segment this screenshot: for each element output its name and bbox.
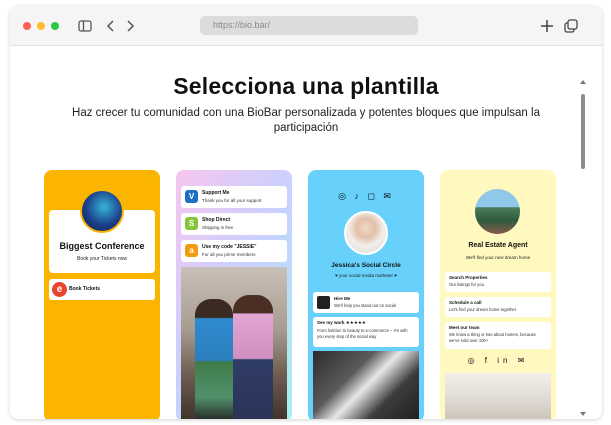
creator-photo: [181, 267, 287, 419]
amazon-icon: a: [185, 244, 198, 257]
template-subtitle: We'll find your next dream home: [465, 255, 531, 260]
template-card-social[interactable]: ◎ ♪ ◻ ✉ Jessica's Social Circle ♥ your s…: [308, 170, 424, 419]
forward-icon[interactable]: [121, 17, 139, 35]
link-subtitle: For all you prime members: [202, 252, 256, 257]
link-text: From fashion to beauty to e-commerce – I…: [317, 328, 408, 339]
link-schedule-call[interactable]: Schedule a call Let's find your dream ho…: [445, 297, 551, 317]
venmo-icon: V: [185, 190, 198, 203]
link-see-my-work[interactable]: See my work ★★★★★ From fashion to beauty…: [313, 317, 419, 347]
link-title: See my work ★★★★★: [317, 320, 366, 325]
new-tab-icon[interactable]: [538, 17, 556, 35]
book-tickets-button[interactable]: e Book Tickets: [49, 279, 155, 300]
template-title: Real Estate Agent: [468, 242, 528, 249]
link-subtitle: Shipping is free: [202, 225, 234, 230]
social-icons-row: ◎ f in ✉: [467, 356, 529, 365]
link-title: Support Me: [202, 190, 230, 196]
link-subtitle: Thank you for all your support: [202, 198, 262, 203]
minimize-window-dot[interactable]: [37, 22, 45, 30]
link-text: Our listings for you: [449, 282, 484, 287]
link-title: Schedule a call: [449, 300, 482, 305]
social-icons-row: ◎ ♪ ◻ ✉: [338, 191, 394, 201]
profile-avatar: [344, 211, 388, 255]
zoom-window-dot[interactable]: [51, 22, 59, 30]
template-subtitle: ♥ your social media marketer ♥: [335, 273, 397, 278]
template-title: Jessica's Social Circle: [331, 262, 401, 269]
link-title: Search Properties: [449, 275, 488, 280]
photo-person-left: [195, 299, 233, 419]
link-text: Let's find your dream home together: [449, 307, 517, 312]
back-icon[interactable]: [102, 17, 120, 35]
browser-window: https://bio.bar/ Selecciona una plantill…: [10, 6, 602, 419]
close-window-dot[interactable]: [23, 22, 31, 30]
profile-avatar: [475, 189, 520, 234]
tab-overview-icon[interactable]: [562, 17, 580, 35]
photo-person-right: [233, 295, 273, 419]
link-promo-code[interactable]: a Use my code "JESSIE" For all you prime…: [181, 240, 287, 262]
scroll-up-arrow[interactable]: [580, 80, 586, 84]
template-card-conference[interactable]: Biggest Conference Book your Tickets now…: [44, 170, 160, 419]
link-title: Use my code "JESSIE": [202, 244, 257, 250]
link-support-me[interactable]: V Support Me Thank you for all your supp…: [181, 186, 287, 208]
link-meet-team[interactable]: Meet our team We know a thing or two abo…: [445, 322, 551, 349]
sidebar-toggle-icon[interactable]: [76, 17, 94, 35]
link-title: Hire Me: [334, 296, 351, 301]
button-label: Book Tickets: [69, 286, 101, 292]
scroll-down-arrow[interactable]: [580, 412, 586, 416]
browser-toolbar: https://bio.bar/: [10, 6, 602, 46]
template-subtitle: Book your Tickets now: [76, 256, 128, 262]
template-card-real-estate[interactable]: Real Estate Agent We'll find your next d…: [440, 170, 556, 419]
link-thumbnail: [317, 296, 330, 309]
address-bar[interactable]: https://bio.bar/: [200, 16, 418, 35]
profile-avatar: [80, 189, 124, 233]
template-card-creator[interactable]: V Support Me Thank you for all your supp…: [176, 170, 292, 419]
link-hire-me[interactable]: Hire Me We'll help you stand out on soci…: [313, 292, 419, 313]
page-title: Selecciona una plantilla: [173, 73, 439, 99]
link-shop-direct[interactable]: S Shop Direct Shipping is free: [181, 213, 287, 235]
work-photo: [313, 351, 419, 419]
page-subtitle: Haz crecer tu comunidad con una BioBar p…: [72, 107, 540, 134]
link-text: We know a thing or two about homes, beca…: [449, 332, 536, 343]
link-title: Shop Direct: [202, 217, 231, 223]
link-text: We'll help you stand out on social: [334, 303, 396, 308]
link-title: Meet our team: [449, 325, 480, 330]
interior-photo: [445, 373, 551, 419]
shopify-icon: S: [185, 217, 198, 230]
scrollbar-thumb[interactable]: [581, 94, 585, 169]
event-icon: e: [52, 282, 67, 297]
link-search-properties[interactable]: Search Properties Our listings for you: [445, 272, 551, 292]
page-content: Selecciona una plantilla Haz crecer tu c…: [10, 47, 602, 419]
template-title: Biggest Conference: [59, 241, 145, 251]
